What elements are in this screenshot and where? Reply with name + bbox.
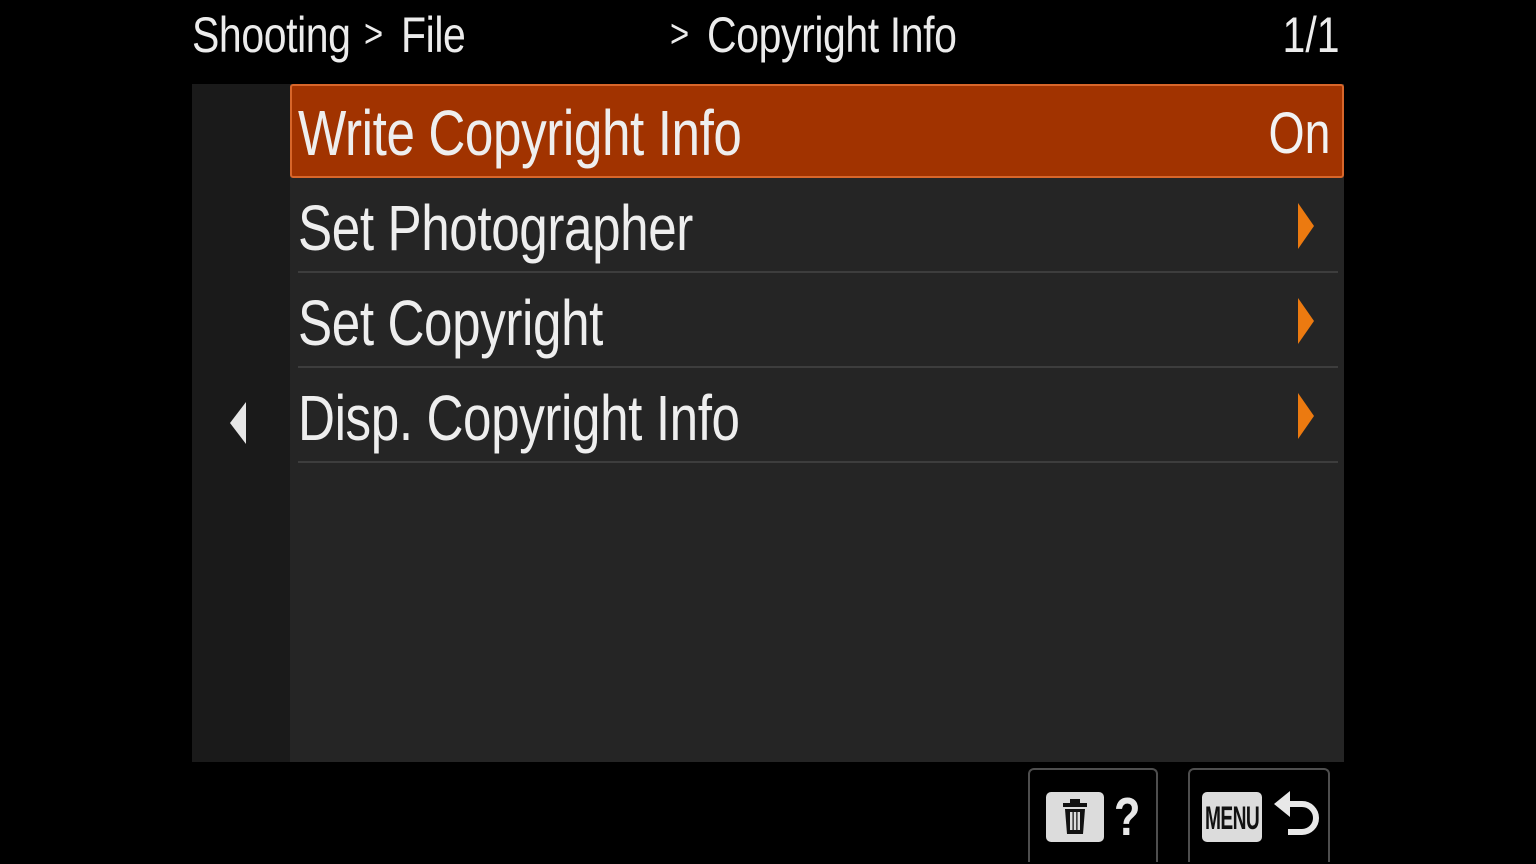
help-question-mark: ? [1114,787,1141,847]
chevron-right-icon [1298,298,1314,344]
breadcrumb-separator: > [364,12,383,56]
menu-item-label: Write Copyright Info [298,97,742,169]
menu-item-label: Disp. Copyright Info [298,382,740,454]
menu-item-label: Set Photographer [298,192,693,264]
menu-panel: Write Copyright Info On Set Photographer… [290,84,1344,762]
menu-badge-text: MENU [1205,800,1260,836]
menu-header: Shooting > File > Copyright Info 1/1 [0,0,1536,72]
breadcrumb-copyright-info: Copyright Info [707,7,957,63]
menu-item-disp-copyright-info[interactable]: Disp. Copyright Info [298,369,1338,463]
breadcrumb-separator: > [670,12,689,56]
menu-item-set-photographer[interactable]: Set Photographer [298,179,1338,273]
menu-item-set-copyright[interactable]: Set Copyright [298,274,1338,368]
breadcrumb-file[interactable]: File [401,6,466,64]
return-icon [1274,791,1319,835]
left-arrow-icon[interactable] [230,402,246,444]
help-button[interactable]: ? [1028,768,1158,862]
menu-item-label: Set Copyright [298,287,603,359]
menu-back-button[interactable]: MENU [1188,768,1330,862]
breadcrumb-shooting[interactable]: Shooting [192,6,351,64]
menu-badge: MENU [1202,792,1262,842]
menu-item-value: On [1268,101,1330,166]
chevron-right-icon [1298,393,1314,439]
menu-item-write-copyright-info[interactable]: Write Copyright Info On [290,84,1344,178]
chevron-right-icon [1298,203,1314,249]
camera-menu-screen: Shooting > File > Copyright Info 1/1 Wri… [0,0,1536,864]
page-indicator: 1/1 [1282,7,1340,63]
trash-icon [1046,792,1104,842]
